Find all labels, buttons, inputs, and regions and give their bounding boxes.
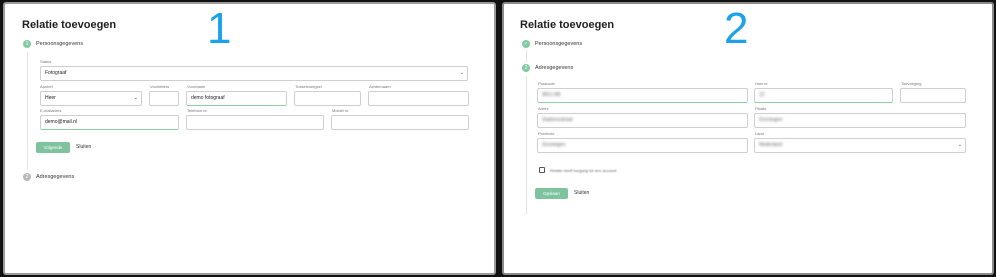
close-button[interactable]: Sluiten bbox=[574, 188, 589, 199]
screen-number-2: 2 bbox=[724, 4, 749, 53]
toevoeging-label: Toevoeging bbox=[901, 81, 922, 86]
step-connector bbox=[526, 50, 527, 62]
land-value: Nederland bbox=[759, 142, 783, 148]
email-input[interactable]: demo@mail.nl bbox=[40, 115, 179, 130]
aanhef-value: Heer bbox=[45, 95, 56, 101]
tussenvoegsel-input[interactable] bbox=[294, 91, 361, 106]
plaats-value: Groningen bbox=[759, 117, 783, 123]
account-access-checkbox[interactable] bbox=[539, 167, 545, 173]
aanhef-select[interactable]: Heer ⌄ bbox=[40, 91, 142, 106]
step-connector bbox=[526, 76, 527, 214]
voorletters-label: Voorletters bbox=[150, 84, 170, 89]
achternaam-input[interactable] bbox=[368, 91, 469, 106]
screen-2-panel: Relatie toevoegen 2 ✓ Persoonsgegevens 2… bbox=[502, 2, 994, 275]
adres-input[interactable]: Stationsstraat bbox=[537, 113, 748, 128]
aanhef-label: Aanhef bbox=[40, 84, 53, 89]
step-2-indicator: 2 bbox=[23, 173, 31, 181]
dialog-title: Relatie toevoegen bbox=[22, 19, 117, 31]
step-1-label[interactable]: Persoonsgegevens bbox=[36, 41, 83, 47]
voornaam-input[interactable]: demo fotograaf bbox=[186, 91, 287, 106]
email-label: E-mailadres bbox=[40, 108, 62, 113]
step-2-indicator: 2 bbox=[522, 64, 530, 72]
step-1-label[interactable]: Persoonsgegevens bbox=[535, 41, 582, 47]
status-value: Fotograaf bbox=[45, 70, 67, 76]
adres-value: Stationsstraat bbox=[542, 117, 573, 123]
provincie-value: Groningen bbox=[542, 142, 566, 148]
step-connector bbox=[27, 52, 28, 170]
plaats-label: Plaats bbox=[755, 106, 767, 111]
status-label: Status bbox=[40, 59, 52, 64]
telefoon-label: Telefoon nr. bbox=[187, 108, 208, 113]
check-icon: ✓ bbox=[523, 41, 529, 47]
mobiel-label: Mobiel nr. bbox=[332, 108, 350, 113]
save-button[interactable]: Opslaan bbox=[535, 188, 568, 199]
huisnr-value: 12 bbox=[759, 92, 765, 98]
achternaam-label: Achternaam bbox=[369, 84, 391, 89]
toevoeging-input[interactable] bbox=[900, 88, 966, 103]
postcode-label: Postcode bbox=[538, 81, 555, 86]
provincie-input[interactable]: Groningen bbox=[537, 138, 748, 153]
huisnr-input[interactable]: 12 bbox=[754, 88, 893, 103]
step-1-completed-indicator: ✓ bbox=[522, 40, 530, 48]
postcode-value: 9811 AB bbox=[542, 92, 561, 98]
postcode-input[interactable]: 9811 AB bbox=[537, 88, 748, 103]
adres-label: Adres bbox=[538, 106, 549, 111]
dialog-title: Relatie toevoegen bbox=[520, 19, 615, 31]
plaats-input[interactable]: Groningen bbox=[754, 113, 966, 128]
land-select[interactable]: Nederland ⌄ bbox=[754, 138, 966, 153]
status-select[interactable]: Fotograaf ⌄ bbox=[40, 66, 468, 81]
step-1-indicator: 1 bbox=[23, 40, 31, 48]
huisnr-label: Huis nr. bbox=[755, 81, 769, 86]
voorletters-input[interactable] bbox=[149, 91, 179, 106]
next-button[interactable]: Volgende bbox=[36, 142, 70, 153]
tussenvoegsel-label: Tussenvoegsel bbox=[295, 84, 322, 89]
telefoon-input[interactable] bbox=[186, 115, 324, 130]
screen-number-1: 1 bbox=[207, 4, 232, 53]
close-button[interactable]: Sluiten bbox=[76, 142, 91, 153]
screen-1-panel: Relatie toevoegen 1 1 Persoonsgegevens S… bbox=[3, 2, 496, 275]
mobiel-input[interactable] bbox=[331, 115, 469, 130]
voornaam-label: Voornaam bbox=[187, 84, 206, 89]
step-2-label[interactable]: Adresgegevens bbox=[535, 65, 573, 71]
chevron-down-icon: ⌄ bbox=[459, 70, 464, 76]
provincie-label: Provincie bbox=[538, 131, 555, 136]
land-label: Land bbox=[755, 131, 764, 136]
chevron-down-icon: ⌄ bbox=[133, 95, 138, 101]
account-access-label: Relatie heeft toegang tot een account bbox=[550, 168, 617, 173]
step-2-label[interactable]: Adresgegevens bbox=[36, 174, 74, 180]
chevron-down-icon: ⌄ bbox=[957, 142, 962, 148]
